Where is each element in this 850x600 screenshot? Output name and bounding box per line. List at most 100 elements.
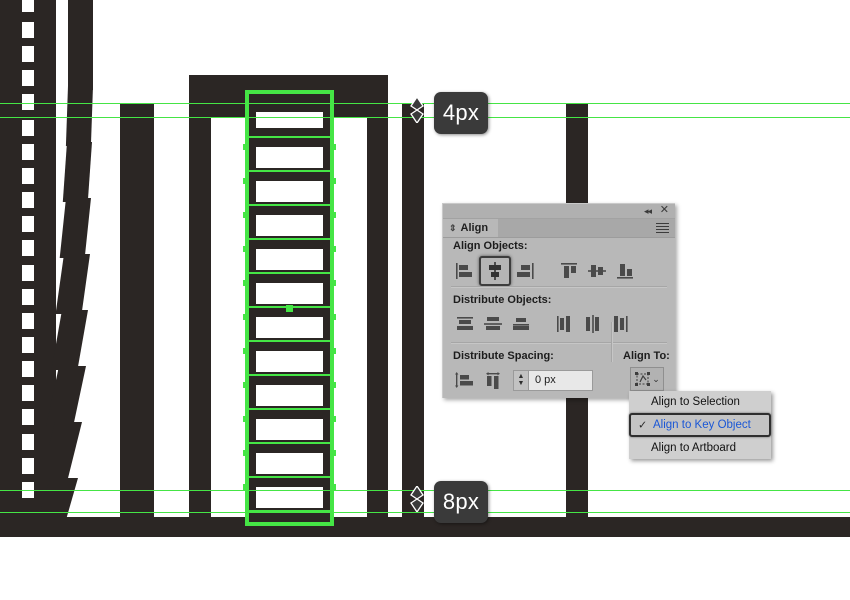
row-divider [249, 272, 330, 274]
right-pillar-a [367, 103, 388, 517]
align-horizontal-center-button[interactable] [479, 256, 511, 286]
anchor-handle [243, 348, 249, 354]
row-divider [249, 374, 330, 376]
distribute-vertical-center-button[interactable] [479, 311, 507, 337]
panel-titlebar[interactable]: ◂◂ ✕ [443, 204, 675, 219]
menu-item-align-to-artboard[interactable]: Align to Artboard [629, 437, 771, 459]
distribute-top-button[interactable] [451, 311, 479, 337]
horizontal-spacing-icon [486, 372, 500, 389]
row-divider [249, 136, 330, 138]
row-divider [249, 476, 330, 478]
distribute-bottom-button[interactable] [507, 311, 535, 337]
anchor-handle [330, 144, 336, 150]
align-vertical-center-button[interactable] [583, 258, 611, 284]
anchor-handle [243, 212, 249, 218]
align-to-button-wrap[interactable]: ⌄ [630, 367, 664, 391]
right-pillar-b [189, 103, 211, 517]
distribute-horizontal-center-icon [586, 315, 599, 333]
anchor-handle [243, 246, 249, 252]
row-divider [249, 408, 330, 410]
distribute-spacing-label: Distribute Spacing: [453, 350, 554, 362]
distribute-objects-label-wrap: Distribute Objects: [453, 294, 551, 306]
distribute-objects-label: Distribute Objects: [453, 294, 552, 306]
anchor-handle [330, 212, 336, 218]
stepper-down-icon[interactable]: ▼ [518, 380, 525, 387]
align-panel[interactable]: ◂◂ ✕ ⇕ Align Align Objects: Distribute O… [442, 203, 675, 398]
panel-tab-row[interactable]: ⇕ Align [443, 219, 675, 238]
distribute-spacing-label-wrap: Distribute Spacing: [453, 350, 554, 362]
right-building-a [402, 103, 424, 517]
ground-bar [0, 517, 850, 537]
align-vertical-center-icon [588, 265, 606, 277]
align-top-button[interactable] [555, 258, 583, 284]
menu-item-align-to-key-object[interactable]: ✓ Align to Key Object [629, 413, 771, 437]
align-top-icon [561, 263, 577, 278]
align-to-button[interactable]: ⌄ [630, 367, 664, 391]
panel-title: Align [460, 222, 489, 234]
anchor-handle [330, 246, 336, 252]
align-left-button[interactable] [451, 258, 479, 284]
left-slot-upper [211, 117, 245, 517]
align-objects-label: Align Objects: [453, 240, 528, 252]
distribute-left-button[interactable] [551, 311, 579, 337]
center-reference-point [286, 305, 293, 312]
vertical-spacing-icon [455, 372, 473, 388]
spacing-stepper[interactable]: ▲ ▼ [513, 369, 529, 391]
panel-menu-icon[interactable] [656, 223, 669, 235]
anchor-handle [243, 484, 249, 490]
distribute-horizontal-center-button[interactable] [579, 311, 607, 337]
tab-align[interactable]: ⇕ Align [443, 219, 499, 237]
row-divider [249, 204, 330, 206]
row-divider [249, 238, 330, 240]
row-divider [249, 510, 330, 512]
divider [451, 342, 667, 344]
horizontal-distribute-spacing-button[interactable] [479, 367, 507, 393]
anchor-handle [330, 382, 336, 388]
collapse-double-chevron-icon[interactable]: ◂◂ [644, 206, 652, 216]
anchor-handle [243, 280, 249, 286]
chevron-down-icon[interactable]: ⌄ [652, 374, 660, 385]
anchor-handle [243, 314, 249, 320]
right-building-c [120, 103, 154, 517]
distribute-bottom-icon [513, 318, 529, 330]
align-to-dropdown-menu[interactable]: Align to Selection ✓ Align to Key Object… [629, 391, 771, 459]
align-bottom-button[interactable] [611, 258, 639, 284]
row-divider [249, 170, 330, 172]
menu-item-align-to-selection[interactable]: Align to Selection [629, 391, 771, 413]
measure-label-bottom: 8px [434, 481, 488, 523]
vertical-double-arrow-icon [410, 97, 424, 123]
spacing-input[interactable]: 0 px [529, 369, 593, 391]
stepper-up-icon[interactable]: ▲ [518, 373, 525, 380]
vertical-double-arrow-icon [410, 486, 424, 512]
align-to-key-object-icon [635, 372, 651, 386]
distribute-spacing-buttons[interactable]: ▲ ▼ 0 px [451, 367, 593, 393]
align-objects-label-wrap: Align Objects: [453, 240, 528, 252]
row-divider [249, 442, 330, 444]
anchor-handle [243, 382, 249, 388]
align-to-label: Align To: [623, 350, 670, 362]
measure-label-top: 4px [434, 92, 488, 134]
distribute-left-icon [557, 316, 570, 332]
close-icon[interactable]: ✕ [660, 204, 669, 217]
anchor-handle [330, 280, 336, 286]
illustrator-canvas[interactable]: 4px 8px ◂◂ ✕ ⇕ Align Align Objects: Dist… [0, 0, 850, 600]
left-slot-gap [175, 117, 189, 517]
menu-item-label: Align to Selection [651, 396, 740, 408]
anchor-handle [243, 416, 249, 422]
anchor-handle [330, 314, 336, 320]
anchor-handle [243, 450, 249, 456]
section-vertical-divider [611, 322, 613, 362]
distribute-objects-buttons[interactable] [451, 311, 635, 337]
anchor-handle [243, 144, 249, 150]
menu-item-label: Align to Artboard [651, 442, 737, 454]
anchor-handle [330, 450, 336, 456]
align-to-label-wrap: Align To: [623, 350, 670, 362]
vertical-distribute-spacing-button[interactable] [451, 367, 479, 393]
right-slot-upper [334, 117, 367, 517]
align-objects-buttons[interactable] [451, 256, 639, 286]
align-right-button[interactable] [511, 258, 539, 284]
align-right-icon [517, 263, 534, 279]
menu-item-label: Align to Key Object [653, 419, 751, 431]
distribute-vertical-center-icon [484, 317, 502, 330]
align-left-icon [456, 263, 472, 279]
